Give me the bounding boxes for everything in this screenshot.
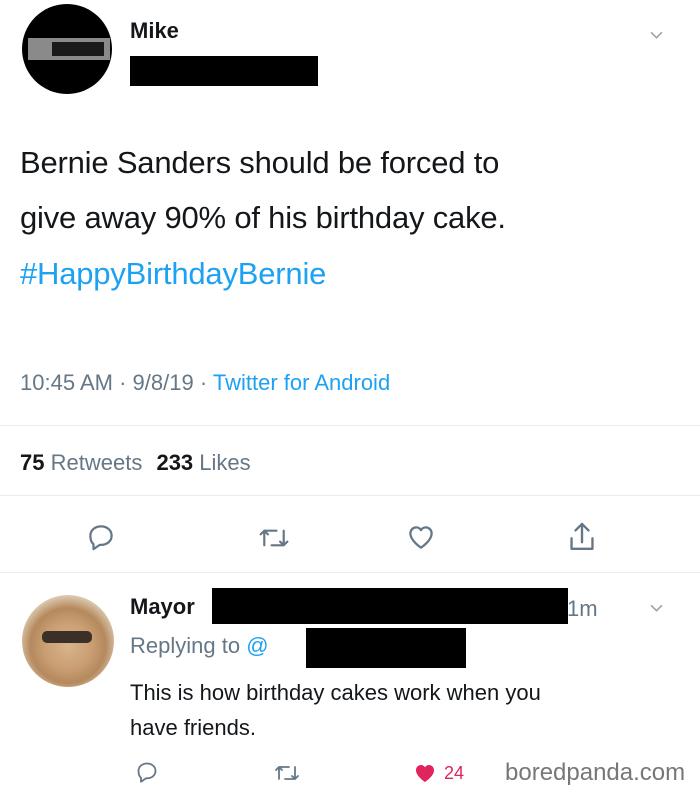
tweet-avatar[interactable] (22, 4, 112, 94)
tweet-text-line-1: Bernie Sanders should be forced to (20, 145, 500, 180)
redacted-handle (130, 56, 318, 86)
replying-to: Replying to @ (130, 633, 269, 659)
divider (0, 495, 700, 496)
retweets-count: 75 (20, 450, 45, 475)
reply-text-line-1: This is how birthday cakes work when you (130, 680, 541, 705)
redacted-reply-handle (212, 588, 568, 624)
chevron-down-icon[interactable] (650, 601, 663, 614)
tweet-meta: 10:45 AM · 9/8/19 · Twitter for Android (20, 370, 390, 396)
reply-time: 1m (567, 596, 598, 621)
retweets-stat[interactable]: 75 Retweets (20, 450, 148, 475)
divider (0, 425, 700, 426)
reply-text-line-2: have friends. (130, 715, 256, 740)
tweet-time: 10:45 AM (20, 370, 113, 395)
likes-count: 233 (156, 450, 194, 475)
like-icon[interactable] (406, 522, 436, 552)
reply-like-count: 24 (444, 763, 465, 783)
likes-stat[interactable]: 233 Likes (156, 450, 250, 475)
tweet-author-name[interactable]: Mike (130, 18, 179, 44)
retweet-icon[interactable] (273, 762, 301, 784)
retweets-label: Retweets (50, 450, 143, 475)
avatar-photo-band-dark (52, 42, 104, 56)
replying-handle[interactable]: @ (246, 633, 268, 658)
likes-label: Likes (199, 450, 251, 475)
watermark: boredpanda.com (505, 759, 686, 786)
reply-avatar[interactable] (22, 595, 114, 687)
chevron-down-icon[interactable] (650, 28, 663, 41)
tweet-hashtag[interactable]: #HappyBirthdayBernie (20, 256, 326, 292)
reply-author-name[interactable]: Mayor (130, 594, 195, 620)
like-icon[interactable] (412, 761, 438, 785)
tweet-text-line-2: give away 90% of his birthday cake. (20, 200, 506, 235)
retweet-icon[interactable] (257, 524, 291, 552)
replying-prefix: Replying to (130, 633, 241, 658)
divider (0, 572, 700, 573)
reply-icon[interactable] (135, 760, 159, 784)
meta-separator: · (199, 370, 213, 395)
tweet-date: 9/8/19 (132, 370, 194, 395)
avatar-sunglasses (42, 631, 92, 643)
tweet-stats: 75 Retweets 233 Likes (20, 450, 251, 476)
meta-separator: · (119, 370, 133, 395)
share-icon[interactable] (566, 520, 598, 554)
reply-icon[interactable] (86, 522, 116, 552)
tweet-source[interactable]: Twitter for Android (213, 370, 390, 395)
redacted-replying-handle (306, 628, 466, 668)
